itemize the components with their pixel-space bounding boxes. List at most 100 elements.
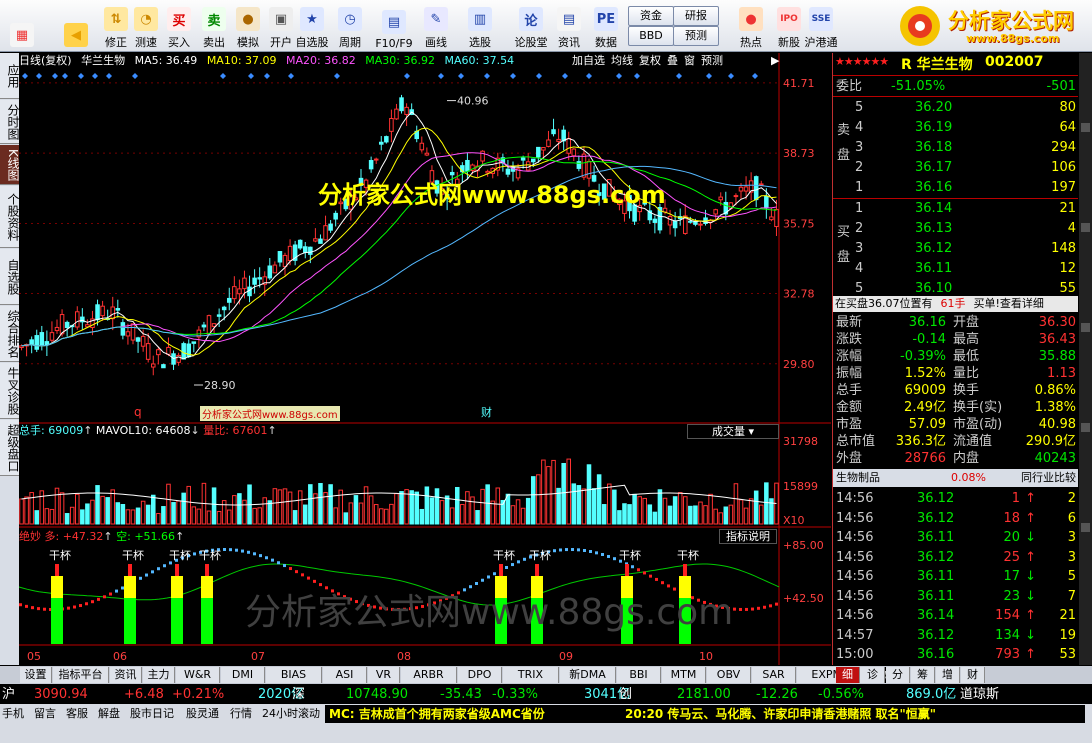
toolbar-small-button[interactable]: 研报 — [673, 6, 719, 26]
scrollbar-arrow-icon[interactable] — [1081, 123, 1090, 132]
indicator-tab[interactable]: 新DMA — [560, 667, 616, 683]
toolbar-small-button[interactable]: BBD — [628, 26, 674, 46]
news-button[interactable]: ▤ 资讯 — [553, 2, 585, 50]
period-button[interactable]: ◷ 周期 — [334, 2, 366, 50]
quote-tab[interactable]: 财 — [961, 667, 985, 683]
bid-row[interactable]: 4 36.11 12 — [833, 260, 1078, 277]
chart-top-button[interactable]: 预测 — [701, 54, 723, 67]
indicator-tab[interactable]: 指标平台 — [53, 667, 109, 683]
indicator-tab[interactable]: MTM — [662, 667, 706, 683]
scrollbar-arrow-icon[interactable] — [1081, 523, 1090, 532]
status-button[interactable]: 行情 — [230, 705, 260, 723]
ipo-button[interactable]: IPO 新股 — [773, 2, 805, 50]
quote-tab[interactable]: 增 — [936, 667, 960, 683]
indicator-tab[interactable]: SAR — [752, 667, 796, 683]
bid-row[interactable]: 1 36.14 21 — [833, 200, 1078, 217]
volume-bar — [454, 486, 460, 525]
indicator-tab[interactable]: 主力 — [143, 667, 175, 683]
scrollbar[interactable] — [1079, 53, 1092, 665]
chart-top-button[interactable]: 窗 — [684, 54, 695, 67]
indicator-tab[interactable]: DMI — [221, 667, 265, 683]
sim-button[interactable]: ● 模拟 — [232, 2, 264, 50]
indicator-column-tip — [175, 564, 179, 576]
indicator-tab[interactable]: ARBR — [401, 667, 457, 683]
tick-volume: 20 — [1003, 530, 1020, 545]
ma30-label: MA30: 36.92 — [365, 54, 435, 67]
ask-row[interactable]: 3 36.18 294 — [833, 139, 1078, 156]
indicator-tab[interactable]: W&R — [176, 667, 220, 683]
select-button[interactable]: ▥ 选股 — [464, 2, 496, 50]
chart-top-button[interactable]: 加自选 — [572, 54, 605, 67]
left-tab-item[interactable]: 分时图 — [0, 100, 20, 144]
speed-button[interactable]: ◔ 测速 — [130, 2, 162, 50]
buy-button[interactable]: 买买入 — [163, 2, 195, 50]
volume-indicator-dropdown[interactable]: 成交量 ▾ — [687, 424, 779, 439]
news-ticker[interactable]: MC: 吉林成首个拥有两家省级AMC省份 20:20 传马云、马化腾、许家印申请香… — [325, 705, 1085, 723]
left-tab-item[interactable]: 综合排名 — [0, 306, 20, 362]
quote-tab[interactable]: 诊 — [861, 667, 885, 683]
home-button[interactable]: ▦ — [2, 2, 42, 50]
chart-top-button[interactable]: 复权 — [639, 54, 661, 67]
play-arrow-icon[interactable]: ▶ — [771, 54, 779, 67]
left-tab-item[interactable]: 超级盘口 — [0, 420, 20, 476]
volume-bar — [150, 494, 156, 525]
data-button[interactable]: PE 数据 — [590, 2, 622, 50]
quote-tab[interactable]: 分 — [886, 667, 910, 683]
ask-row[interactable]: 5 36.20 80 — [833, 99, 1078, 116]
indicator-tab[interactable]: OBV — [707, 667, 751, 683]
toolbar-small-button[interactable]: 预测 — [673, 26, 719, 46]
indicator-help-button[interactable]: 指标说明 — [719, 529, 777, 544]
status-button[interactable]: 股市日记 — [130, 705, 184, 723]
indicator-tab[interactable]: DPO — [458, 667, 502, 683]
f10-button[interactable]: ▤ F10/F9 — [375, 2, 413, 50]
scrollbar-arrow-icon[interactable] — [1081, 423, 1090, 432]
ask-row[interactable]: 2 36.17 106 — [833, 159, 1078, 176]
hot-button[interactable]: ● 热点 — [735, 2, 767, 50]
chart-canvas[interactable]: 41.7138.7335.7532.7829.8040.9628.90q 财317… — [19, 53, 831, 665]
chart-top-button[interactable]: 叠 — [667, 54, 678, 67]
indicator-dot — [595, 551, 598, 555]
indicator-tab[interactable]: TRIX — [503, 667, 559, 683]
account-button[interactable]: ▣ 开户 — [265, 2, 297, 50]
indicator-tab[interactable]: ASI — [323, 667, 367, 683]
left-tab-item[interactable]: 自选股 — [0, 249, 20, 305]
industry-compare-button[interactable]: 同行业比较 — [1021, 469, 1076, 487]
left-tab-item[interactable]: 个股资料 — [0, 186, 20, 248]
watchlist-button[interactable]: ★ 自选股 — [296, 2, 329, 50]
left-tab-item[interactable]: 牛叉诊股 — [0, 363, 20, 419]
fix-button[interactable]: ⇅ 修正 — [100, 2, 132, 50]
bid-row[interactable]: 2 36.13 4 — [833, 220, 1078, 237]
status-button[interactable]: 股灵通 — [186, 705, 228, 723]
draw-button[interactable]: ✎ 画线 — [420, 2, 452, 50]
forum-button[interactable]: 论论股堂 — [515, 2, 548, 50]
left-tab-item[interactable]: 应用 — [0, 53, 20, 99]
status-button[interactable]: 手机 — [2, 705, 32, 723]
kline-chart-area[interactable]: 41.71 38.73 35.75 32.78 29.80 40.96 28.90 q 财 317… — [19, 53, 831, 665]
status-button[interactable]: 客服 — [66, 705, 96, 723]
left-tab-item[interactable]: K线图 — [0, 145, 20, 185]
toolbar-small-button[interactable]: 资金 — [628, 6, 674, 26]
status-button[interactable]: 留言 — [34, 705, 64, 723]
bid-row[interactable]: 3 36.12 148 — [833, 240, 1078, 257]
back-button[interactable]: ◀ — [60, 2, 92, 50]
quote-tab[interactable]: 筹 — [911, 667, 935, 683]
news-item[interactable]: 20:20 传马云、马化腾、许家印申请香港赌照 取名"恒赢" — [625, 705, 936, 723]
indicator-tab[interactable]: BIAS — [266, 667, 322, 683]
bid-row[interactable]: 5 36.10 55 — [833, 280, 1078, 297]
indicator-tab[interactable]: 资讯 — [110, 667, 142, 683]
status-button[interactable]: 解盘 — [98, 705, 128, 723]
scrollbar-arrow-icon[interactable] — [1081, 223, 1090, 232]
position-detail-link[interactable]: 查看详细 — [1000, 297, 1044, 310]
quote-tab[interactable]: 细 — [836, 667, 860, 683]
indicator-tab[interactable]: VR — [368, 667, 400, 683]
scrollbar-arrow-icon[interactable] — [1081, 323, 1090, 332]
ask-row[interactable]: 1 36.16 197 — [833, 179, 1078, 196]
hk-button[interactable]: SSE 沪港通 — [805, 2, 838, 50]
indicator-dot — [649, 574, 652, 578]
chart-top-button[interactable]: 均线 — [611, 54, 633, 67]
ask-row[interactable]: 4 36.19 64 — [833, 119, 1078, 136]
indicator-tab[interactable]: BBI — [617, 667, 661, 683]
indicator-tab[interactable]: 设置 — [20, 667, 52, 683]
news-item[interactable]: MC: 吉林成首个拥有两家省级AMC省份 — [329, 705, 545, 723]
sell-button[interactable]: 卖卖出 — [198, 2, 230, 50]
